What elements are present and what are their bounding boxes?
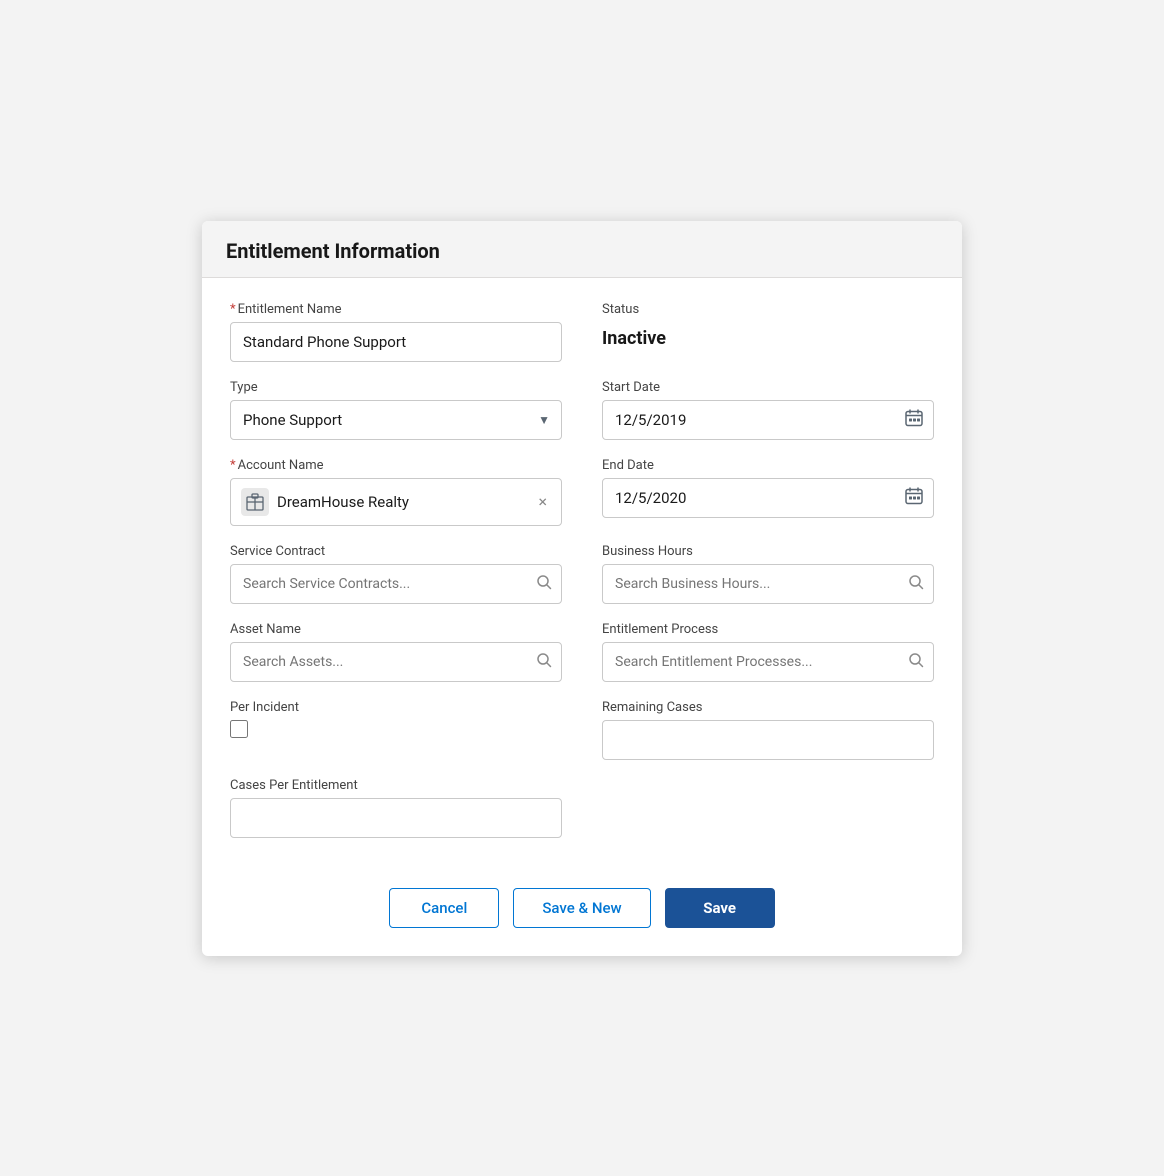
modal-title: Entitlement Information bbox=[226, 239, 938, 263]
type-select-wrapper: Phone Support Web Support Email Support … bbox=[230, 400, 562, 440]
account-name-group: *Account Name DreamHouse Realty × bbox=[230, 458, 562, 526]
start-date-wrapper bbox=[602, 400, 934, 440]
cases-per-entitlement-input[interactable] bbox=[230, 798, 562, 838]
cancel-button[interactable]: Cancel bbox=[389, 888, 499, 928]
status-label: Status bbox=[602, 302, 934, 317]
business-hours-wrapper bbox=[602, 564, 934, 604]
start-date-label: Start Date bbox=[602, 380, 934, 395]
service-contract-wrapper bbox=[230, 564, 562, 604]
save-new-button[interactable]: Save & New bbox=[513, 888, 650, 928]
account-required-star: * bbox=[230, 458, 236, 473]
form-grid: *Entitlement Name Status Inactive Type P… bbox=[230, 302, 934, 856]
entitlement-process-group: Entitlement Process bbox=[602, 622, 934, 682]
service-contract-group: Service Contract bbox=[230, 544, 562, 604]
save-button[interactable]: Save bbox=[665, 888, 775, 928]
start-date-input[interactable] bbox=[602, 400, 934, 440]
asset-name-input[interactable] bbox=[230, 642, 562, 682]
asset-name-group: Asset Name bbox=[230, 622, 562, 682]
entitlement-name-group: *Entitlement Name bbox=[230, 302, 562, 362]
modal-header: Entitlement Information bbox=[202, 221, 962, 278]
required-star: * bbox=[230, 302, 236, 317]
account-clear-icon[interactable]: × bbox=[534, 490, 551, 513]
start-date-group: Start Date bbox=[602, 380, 934, 440]
type-select[interactable]: Phone Support Web Support Email Support bbox=[230, 400, 562, 440]
status-value: Inactive bbox=[602, 322, 934, 349]
asset-name-wrapper bbox=[230, 642, 562, 682]
entitlement-process-input[interactable] bbox=[602, 642, 934, 682]
remaining-cases-group: Remaining Cases bbox=[602, 700, 934, 760]
end-date-input[interactable] bbox=[602, 478, 934, 518]
entitlement-name-label: *Entitlement Name bbox=[230, 302, 562, 317]
entitlement-process-wrapper bbox=[602, 642, 934, 682]
business-hours-group: Business Hours bbox=[602, 544, 934, 604]
modal-footer: Cancel Save & New Save bbox=[202, 868, 962, 956]
account-name-text: DreamHouse Realty bbox=[277, 493, 526, 511]
business-hours-label: Business Hours bbox=[602, 544, 934, 559]
end-date-wrapper bbox=[602, 478, 934, 518]
entitlement-modal: Entitlement Information *Entitlement Nam… bbox=[202, 221, 962, 956]
type-group: Type Phone Support Web Support Email Sup… bbox=[230, 380, 562, 440]
cases-per-entitlement-label: Cases Per Entitlement bbox=[230, 778, 934, 793]
service-contract-label: Service Contract bbox=[230, 544, 562, 559]
per-incident-group: Per Incident bbox=[230, 700, 562, 760]
account-name-field[interactable]: DreamHouse Realty × bbox=[230, 478, 562, 526]
entitlement-process-label: Entitlement Process bbox=[602, 622, 934, 637]
per-incident-checkbox-wrapper bbox=[230, 720, 562, 738]
entitlement-name-input[interactable] bbox=[230, 322, 562, 362]
end-date-group: End Date bbox=[602, 458, 934, 526]
asset-name-label: Asset Name bbox=[230, 622, 562, 637]
remaining-cases-input[interactable] bbox=[602, 720, 934, 760]
account-name-label: *Account Name bbox=[230, 458, 562, 473]
per-incident-checkbox[interactable] bbox=[230, 720, 248, 738]
type-label: Type bbox=[230, 380, 562, 395]
end-date-label: End Date bbox=[602, 458, 934, 473]
account-icon bbox=[241, 488, 269, 516]
per-incident-label: Per Incident bbox=[230, 700, 562, 715]
cases-per-entitlement-group: Cases Per Entitlement bbox=[230, 778, 934, 838]
service-contract-input[interactable] bbox=[230, 564, 562, 604]
business-hours-input[interactable] bbox=[602, 564, 934, 604]
modal-body: *Entitlement Name Status Inactive Type P… bbox=[202, 278, 962, 868]
status-group: Status Inactive bbox=[602, 302, 934, 362]
remaining-cases-label: Remaining Cases bbox=[602, 700, 934, 715]
